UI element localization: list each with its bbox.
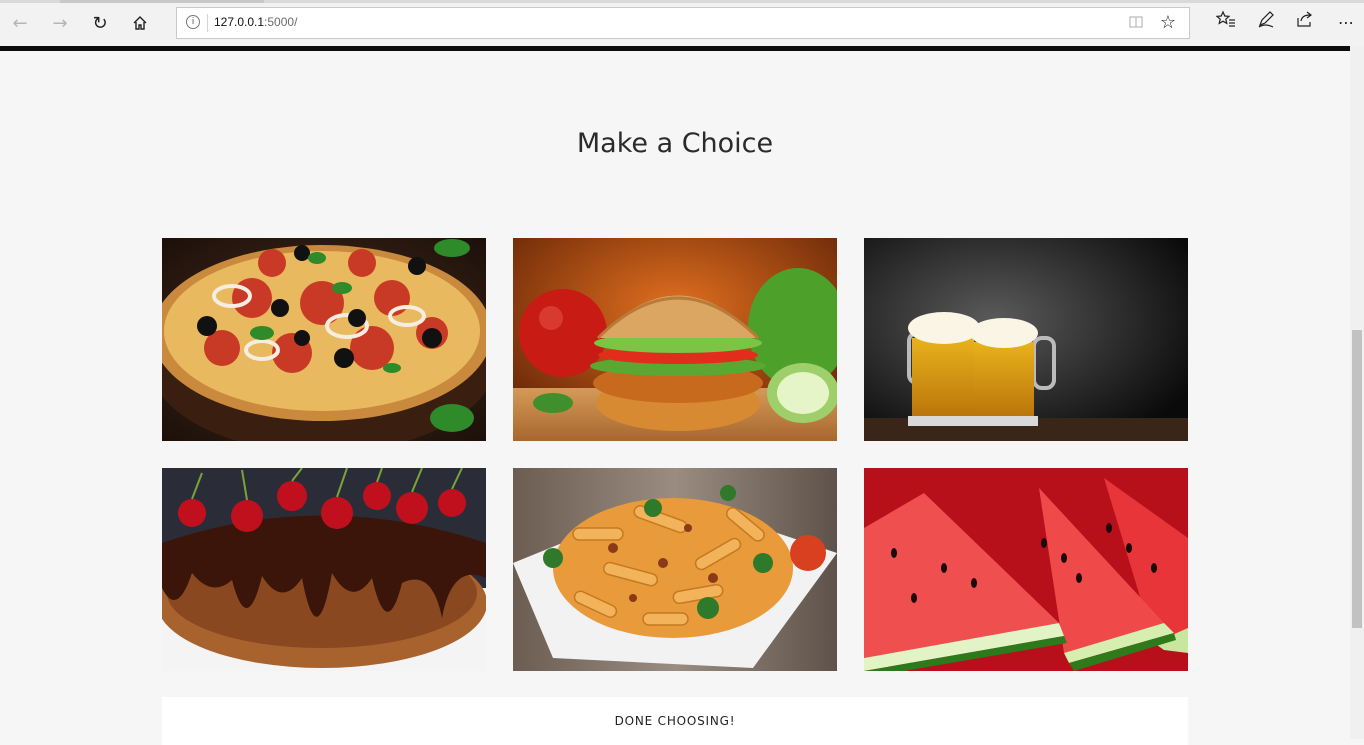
address-url[interactable]: 127.0.0.1:5000/ xyxy=(214,15,297,29)
choice-pasta[interactable] xyxy=(513,468,837,671)
cake-image xyxy=(162,468,486,671)
choice-chocolate-cherry-cake[interactable] xyxy=(162,468,486,671)
favorites-list-icon[interactable] xyxy=(1213,10,1239,36)
choice-watermelon[interactable] xyxy=(864,468,1188,671)
home-icon[interactable] xyxy=(126,9,154,37)
share-icon[interactable] xyxy=(1292,10,1318,36)
done-choosing-button[interactable]: DONE CHOOSING! xyxy=(162,697,1188,745)
choice-pizza[interactable] xyxy=(162,238,486,441)
page-header-strip xyxy=(0,46,1350,51)
refresh-icon[interactable]: ↻ xyxy=(86,9,114,37)
scrollbar-thumb[interactable] xyxy=(1352,330,1362,628)
favorite-star-icon[interactable]: ☆ xyxy=(1157,12,1179,34)
address-bar[interactable]: i 127.0.0.1:5000/ ☆ xyxy=(176,7,1190,39)
reading-view-icon[interactable] xyxy=(1127,14,1145,32)
pizza-image xyxy=(162,238,486,441)
burger-image xyxy=(513,238,837,441)
back-arrow-icon[interactable]: ← xyxy=(6,9,34,37)
forward-arrow-icon[interactable]: → xyxy=(46,9,74,37)
browser-toolbar: ← → ↻ i 127.0.0.1:5000/ ☆ ⋯ xyxy=(0,0,1364,46)
more-menu-icon[interactable]: ⋯ xyxy=(1333,10,1359,36)
url-host: 127.0.0.1 xyxy=(214,15,265,29)
url-port-path: :5000/ xyxy=(264,15,298,29)
beer-image xyxy=(864,238,1188,441)
choice-beer[interactable] xyxy=(864,238,1188,441)
active-tab-indicator xyxy=(60,0,264,3)
page-title: Make a Choice xyxy=(576,128,774,159)
pen-notes-icon[interactable] xyxy=(1253,10,1279,36)
watermelon-image xyxy=(864,468,1188,671)
choice-burger[interactable] xyxy=(513,238,837,441)
site-info-icon[interactable]: i xyxy=(186,15,200,29)
pasta-image xyxy=(513,468,837,671)
address-separator xyxy=(207,14,208,32)
